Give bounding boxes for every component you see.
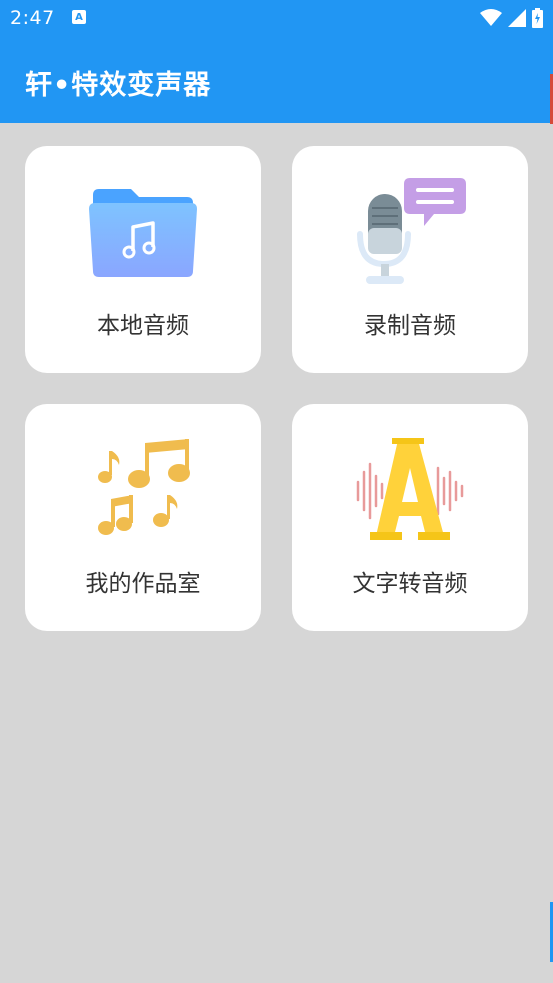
status-time: 2:47 bbox=[10, 7, 55, 29]
battery-charging-icon bbox=[532, 8, 543, 28]
music-folder-icon bbox=[89, 189, 197, 277]
microphone-chat-icon bbox=[357, 178, 466, 284]
wifi-icon bbox=[480, 9, 502, 26]
status-icons bbox=[480, 8, 543, 28]
text-to-audio-card[interactable]: 文字转音频 bbox=[292, 404, 528, 631]
my-works-card[interactable]: 我的作品室 bbox=[25, 404, 261, 631]
text-sound-wave-icon bbox=[356, 438, 464, 540]
music-notes-icon bbox=[98, 439, 190, 535]
status-bar: 2:47 A bbox=[0, 0, 553, 36]
cell-signal-icon bbox=[508, 9, 526, 27]
app-bar: 轩•特效变声器 bbox=[0, 36, 553, 123]
card-label: 我的作品室 bbox=[85, 571, 201, 597]
card-label: 本地音频 bbox=[97, 313, 189, 339]
card-label: 文字转音频 bbox=[352, 571, 468, 597]
local-audio-card[interactable]: 本地音频 bbox=[25, 146, 261, 373]
record-audio-card[interactable]: 录制音频 bbox=[292, 146, 528, 373]
card-label: 录制音频 bbox=[364, 313, 456, 339]
notification-icon: A bbox=[72, 10, 86, 24]
app-title: 轩•特效变声器 bbox=[25, 70, 212, 101]
